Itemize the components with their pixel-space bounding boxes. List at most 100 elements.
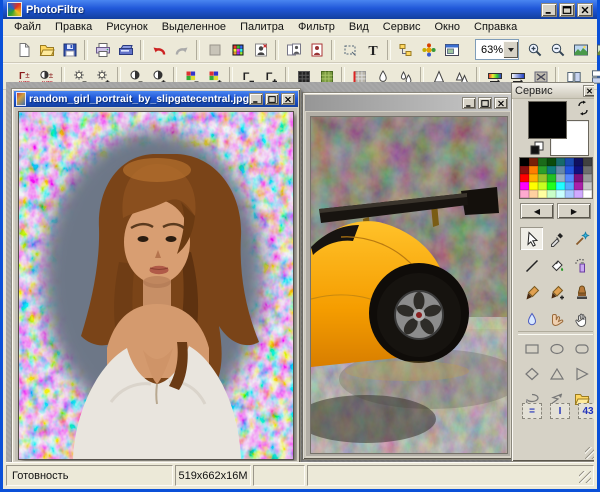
arrow-tool-button[interactable] — [520, 227, 543, 250]
selection-grid-button[interactable] — [226, 39, 249, 61]
zoom-combo[interactable]: 63% — [475, 39, 520, 60]
portrait-image-window[interactable]: random_girl_portrait_by_slipgatecentral.… — [11, 88, 301, 462]
scan-button[interactable] — [114, 39, 137, 61]
open-folder-button[interactable] — [35, 39, 58, 61]
palette-swatch[interactable] — [556, 166, 565, 174]
palette-swatch[interactable] — [574, 190, 583, 198]
save-file-button[interactable] — [58, 39, 81, 61]
palette-swatch[interactable] — [556, 174, 565, 182]
image-window-button[interactable] — [440, 39, 463, 61]
menu-item-Фильтр[interactable]: Фильтр — [291, 20, 342, 34]
new-file-button[interactable] — [12, 39, 35, 61]
portrait-minimize-button[interactable] — [249, 93, 263, 105]
palette-prev-button[interactable]: ◀ — [520, 203, 554, 219]
panel-resize-grip[interactable] — [585, 447, 594, 459]
menu-item-Рисунок[interactable]: Рисунок — [99, 20, 155, 34]
tools-panel-close-button[interactable] — [583, 84, 594, 97]
palette-swatch[interactable] — [538, 190, 547, 198]
car-maximize-button[interactable] — [478, 97, 492, 109]
menu-item-Вид[interactable]: Вид — [342, 20, 376, 34]
palette-swatch[interactable] — [565, 182, 574, 190]
selection-hide-button[interactable] — [203, 39, 226, 61]
palette-swatch[interactable] — [547, 166, 556, 174]
palette-swatch[interactable] — [547, 182, 556, 190]
menu-item-Выделенное[interactable]: Выделенное — [155, 20, 233, 34]
car-close-button[interactable] — [494, 97, 508, 109]
zoom-in-button[interactable] — [523, 39, 546, 61]
text-tool-button[interactable]: T — [361, 39, 384, 61]
ellipse-shape-button[interactable] — [545, 337, 568, 360]
palette-swatch[interactable] — [583, 174, 592, 182]
car-window-titlebar[interactable] — [305, 95, 511, 111]
rectangle-shape-button[interactable] — [520, 337, 543, 360]
menu-item-Файл[interactable]: Файл — [7, 20, 48, 34]
palette-swatch[interactable] — [529, 158, 538, 166]
palette-swatch[interactable] — [520, 166, 529, 174]
palette-swatch[interactable] — [529, 166, 538, 174]
rhombus-shape-button[interactable] — [520, 362, 543, 385]
close-button[interactable] — [577, 2, 593, 17]
palette-swatch[interactable] — [547, 190, 556, 198]
palette-swatch[interactable] — [538, 174, 547, 182]
portrait-window-titlebar[interactable]: random_girl_portrait_by_slipgatecentral.… — [14, 91, 298, 107]
spray-tool-button[interactable] — [570, 254, 593, 277]
window-resize-grip[interactable] — [579, 471, 591, 483]
module-manager-button[interactable] — [417, 39, 440, 61]
selection-tool-button[interactable] — [338, 39, 361, 61]
title-bar[interactable]: PhotoFiltre — [3, 0, 597, 19]
palette-swatch[interactable] — [574, 182, 583, 190]
palette-swatch[interactable] — [556, 158, 565, 166]
blur-tool-tool-button[interactable] — [520, 308, 543, 331]
palette-swatch[interactable] — [538, 158, 547, 166]
undo-button[interactable] — [147, 39, 170, 61]
automask-button[interactable] — [249, 39, 272, 61]
palette-next-button[interactable]: ▶ — [557, 203, 591, 219]
explorer-button[interactable] — [394, 39, 417, 61]
menu-item-Справка[interactable]: Справка — [467, 20, 524, 34]
maximize-button[interactable] — [559, 2, 575, 17]
duplicate-image-button[interactable] — [282, 39, 305, 61]
triangle-shape-button[interactable] — [545, 362, 568, 385]
smudge-tool-button[interactable] — [545, 308, 568, 331]
pipette-tool-button[interactable] — [545, 227, 568, 250]
palette-swatch[interactable] — [520, 174, 529, 182]
print-button[interactable] — [91, 39, 114, 61]
car-image-window[interactable] — [302, 92, 514, 460]
fill-tool-button[interactable] — [545, 254, 568, 277]
portrait-close-button[interactable] — [281, 93, 295, 105]
option-coords-button[interactable]: 43 — [578, 403, 594, 419]
rounded-rectangle-shape-button[interactable] — [570, 337, 593, 360]
palette-swatch[interactable] — [583, 190, 592, 198]
palette-swatch[interactable] — [529, 182, 538, 190]
swap-colors-button[interactable] — [575, 100, 591, 119]
zoom-dropdown-button[interactable] — [503, 41, 519, 58]
portrait-maximize-button[interactable] — [265, 93, 279, 105]
palette-swatch[interactable] — [583, 182, 592, 190]
hand-tool-button[interactable] — [570, 308, 593, 331]
palette-swatch[interactable] — [583, 158, 592, 166]
palette-swatch[interactable] — [529, 174, 538, 182]
menu-item-Сервис[interactable]: Сервис — [376, 20, 428, 34]
palette-swatch[interactable] — [538, 182, 547, 190]
fit-window-button[interactable] — [569, 39, 592, 61]
line-tool-button[interactable] — [520, 254, 543, 277]
palette-swatch[interactable] — [547, 174, 556, 182]
palette-swatch[interactable] — [574, 166, 583, 174]
brush-tool-button[interactable] — [520, 281, 543, 304]
palette-swatch[interactable] — [520, 158, 529, 166]
zoom-out-button[interactable] — [546, 39, 569, 61]
minimize-button[interactable] — [541, 2, 557, 17]
palette-swatch[interactable] — [520, 182, 529, 190]
default-colors-button[interactable] — [529, 140, 545, 159]
palette-swatch[interactable] — [574, 158, 583, 166]
menu-item-Палитра[interactable]: Палитра — [233, 20, 291, 34]
paste-as-image-button[interactable] — [305, 39, 328, 61]
palette-swatch[interactable] — [547, 158, 556, 166]
full-size-button[interactable] — [592, 39, 600, 61]
palette-swatch[interactable] — [565, 158, 574, 166]
palette-swatch[interactable] — [583, 166, 592, 174]
palette-swatch[interactable] — [556, 190, 565, 198]
palette-swatch[interactable] — [565, 174, 574, 182]
right-triangle-shape-button[interactable] — [570, 362, 593, 385]
option-equal-button[interactable]: = — [522, 403, 542, 419]
